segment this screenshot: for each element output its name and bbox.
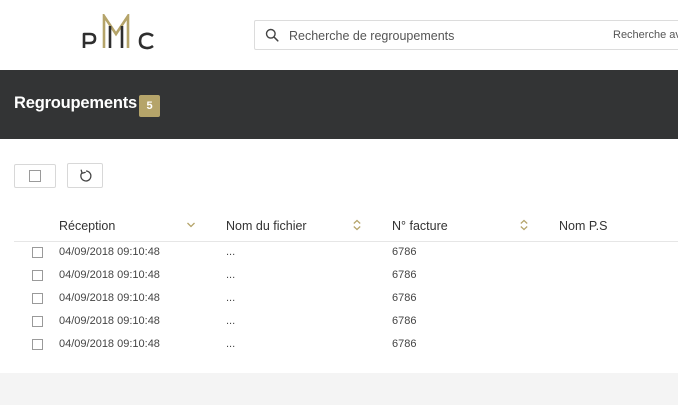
footer-area <box>0 373 678 405</box>
top-bar: Recherche avancée <box>0 0 678 70</box>
search-box: Recherche avancée <box>254 20 678 50</box>
search-input[interactable] <box>289 27 589 45</box>
search-icon <box>265 28 279 42</box>
table-row[interactable]: 04/09/2018 09:10:48 ... 6786 <box>14 265 678 288</box>
invoice-cell: 6786 <box>392 269 417 281</box>
table-row[interactable]: 04/09/2018 09:10:48 ... 6786 <box>14 288 678 311</box>
table-row[interactable]: 04/09/2018 09:10:48 ... 6786 <box>14 311 678 334</box>
page-header-band: Regroupements <box>0 70 678 139</box>
row-checkbox[interactable] <box>32 316 43 327</box>
row-checkbox[interactable] <box>32 270 43 281</box>
reception-cell: 04/09/2018 09:10:48 <box>59 338 160 350</box>
invoice-cell: 6786 <box>392 315 417 327</box>
sort-both-icon[interactable] <box>352 219 362 231</box>
file-name-cell: ... <box>226 246 236 258</box>
chevron-down-icon[interactable] <box>186 219 196 231</box>
pmc-logo[interactable] <box>82 14 156 50</box>
column-header-ps-name[interactable]: Nom P.S <box>559 219 607 233</box>
reception-cell: 04/09/2018 09:10:48 <box>59 269 160 281</box>
reception-cell: 04/09/2018 09:10:48 <box>59 315 160 327</box>
table-row[interactable]: 04/09/2018 09:10:48 ... 6786 <box>14 334 678 357</box>
count-badge: 5 <box>139 95 160 117</box>
file-name-cell: ... <box>226 338 236 350</box>
invoice-cell: 6786 <box>392 338 417 350</box>
sort-both-icon[interactable] <box>519 219 529 231</box>
row-checkbox[interactable] <box>32 293 43 304</box>
file-name-cell: ... <box>226 292 236 304</box>
advanced-search-link[interactable]: Recherche avancée <box>613 29 678 41</box>
file-name-cell: ... <box>226 315 236 327</box>
page-title: Regroupements <box>14 94 138 112</box>
table-row[interactable]: 04/09/2018 09:10:48 ... 6786 <box>14 242 678 265</box>
file-name-cell: ... <box>226 269 236 281</box>
invoice-cell: 6786 <box>392 292 417 304</box>
reception-cell: 04/09/2018 09:10:48 <box>59 292 160 304</box>
row-checkbox[interactable] <box>32 339 43 350</box>
column-header-reception[interactable]: Réception <box>59 219 115 233</box>
checkbox-icon <box>29 170 41 182</box>
column-header-invoice-number[interactable]: N° facture <box>392 219 448 233</box>
reception-cell: 04/09/2018 09:10:48 <box>59 246 160 258</box>
row-checkbox[interactable] <box>32 247 43 258</box>
invoice-cell: 6786 <box>392 246 417 258</box>
select-all-button[interactable] <box>14 164 56 188</box>
table-header: Réception Nom du fichier N° facture Nom … <box>14 210 678 242</box>
refresh-button[interactable] <box>67 163 103 188</box>
column-header-file-name[interactable]: Nom du fichier <box>226 219 307 233</box>
refresh-icon <box>80 169 92 182</box>
